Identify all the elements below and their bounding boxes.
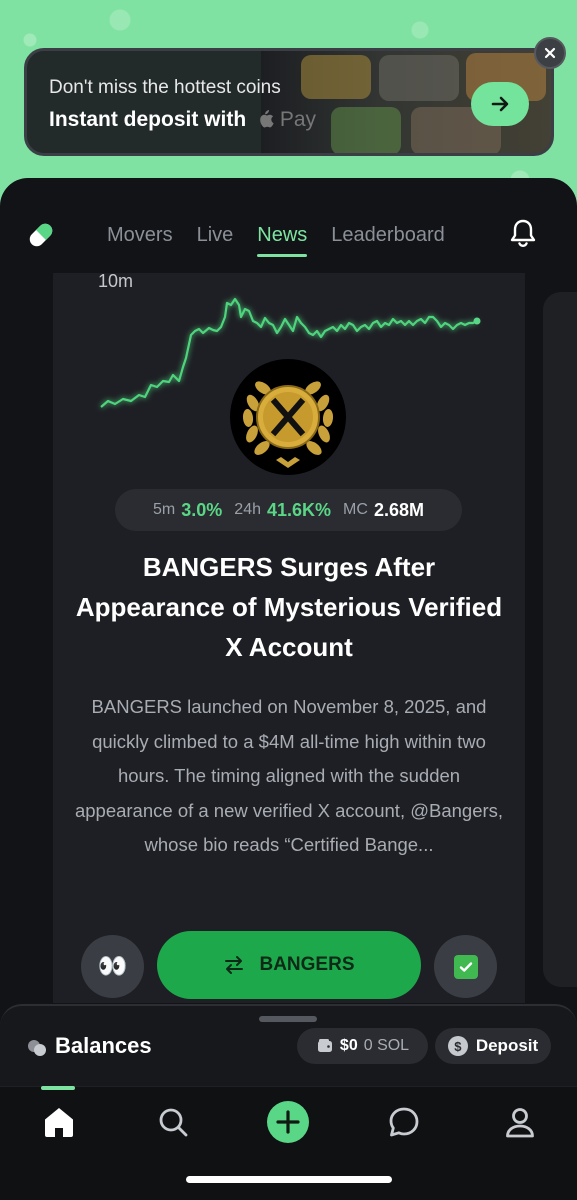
balances-title: Balances	[55, 1033, 152, 1058]
tab-live[interactable]: Live	[197, 224, 234, 247]
banner-subtitle-text: Instant deposit with	[49, 108, 247, 131]
chart-endpoint	[473, 317, 481, 325]
banner-arrow-button[interactable]	[471, 82, 529, 126]
check-mark-icon	[453, 954, 478, 979]
banner-subtitle: Instant deposit with Pay	[49, 108, 316, 132]
verified-reaction-button[interactable]	[434, 935, 497, 998]
chat-icon[interactable]	[386, 1104, 422, 1140]
coin-avatar-x-icon	[230, 359, 346, 475]
chart-y-label: 10m	[98, 271, 134, 291]
eyes-reaction-button[interactable]: 👀	[81, 935, 144, 998]
swap-icon	[225, 956, 244, 974]
balance-sol: 0 SOL	[363, 1037, 410, 1054]
news-body: BANGERS launched on November 8, 2025, an…	[74, 696, 504, 855]
drawer-handle[interactable]	[259, 1016, 317, 1022]
promo-banner[interactable]: Don't miss the hottest coins Instant dep…	[24, 48, 554, 156]
apple-logo-icon	[258, 110, 274, 128]
stat-24h-label: 24h	[234, 501, 261, 518]
wallet-balance-pill[interactable]: $0 0 SOL	[297, 1028, 428, 1064]
home-icon[interactable]	[41, 1104, 77, 1140]
nav-active-indicator	[41, 1086, 75, 1090]
arrow-right-icon	[491, 96, 509, 112]
tab-news[interactable]: News	[257, 224, 308, 257]
stats-pill: 5m 3.0% 24h 41.6K% MC 2.68M	[115, 489, 462, 531]
close-icon	[544, 47, 556, 59]
dollar-icon: $	[447, 1036, 468, 1056]
profile-icon[interactable]	[502, 1104, 538, 1140]
home-indicator	[186, 1176, 392, 1183]
balance-usd: $0	[339, 1037, 358, 1054]
search-icon[interactable]	[155, 1104, 191, 1140]
next-news-card[interactable]	[543, 292, 577, 987]
stat-24h-value: 41.6K%	[267, 499, 332, 520]
banner-close-button[interactable]	[534, 37, 566, 69]
tab-movers[interactable]: Movers	[107, 224, 173, 247]
eyes-emoji: 👀	[97, 953, 128, 980]
stat-5m-label: 5m	[153, 501, 176, 518]
deposit-button[interactable]: $ Deposit	[435, 1028, 551, 1064]
trade-button-label: BANGERS	[259, 954, 355, 975]
trade-button[interactable]: BANGERS	[157, 931, 421, 999]
deposit-label: Deposit	[475, 1036, 539, 1055]
stat-mc-label: MC	[343, 501, 368, 518]
pay-label: Pay	[279, 108, 317, 131]
pill-logo-icon[interactable]	[24, 218, 58, 252]
news-headline: BANGERS Surges After Appearance of Myste…	[75, 552, 503, 662]
tab-bar: Movers Live News Leaderboard	[107, 224, 469, 257]
add-icon[interactable]	[266, 1100, 310, 1144]
tab-leaderboard[interactable]: Leaderboard	[331, 224, 444, 247]
banner-title: Don't miss the hottest coins	[49, 77, 281, 98]
coins-icon	[28, 1040, 46, 1056]
stat-5m-value: 3.0%	[181, 499, 223, 520]
stat-mc-value: 2.68M	[373, 499, 424, 520]
bell-icon[interactable]	[506, 216, 540, 250]
wallet-icon	[317, 1039, 332, 1052]
